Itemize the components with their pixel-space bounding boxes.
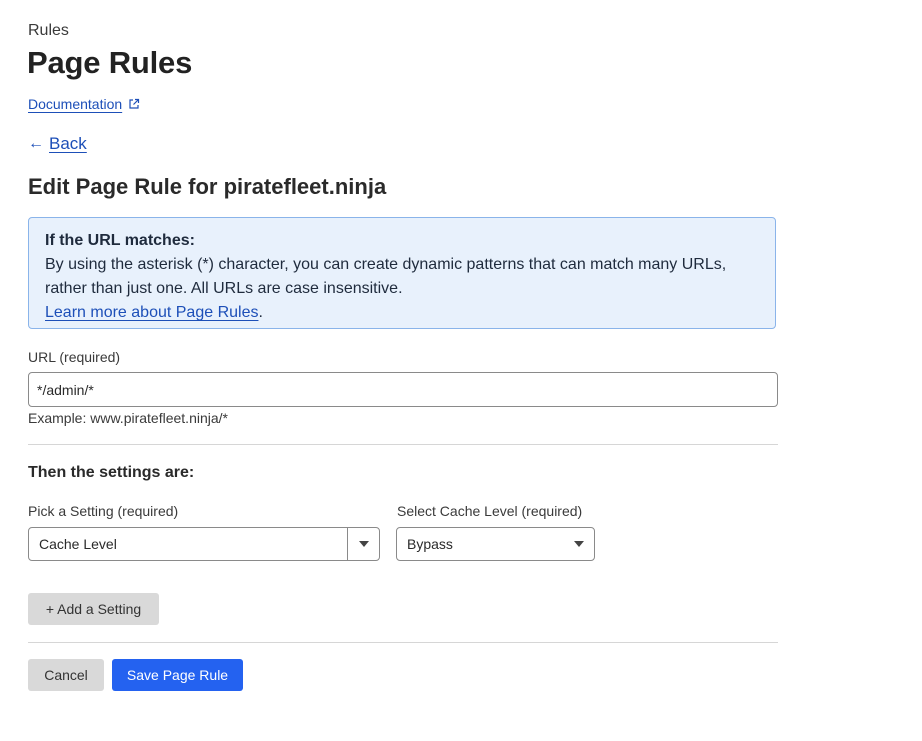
arrow-left-icon: ← [28, 135, 44, 152]
page-title: Page Rules [27, 45, 193, 80]
documentation-link-label: Documentation [28, 96, 123, 112]
external-link-icon [129, 98, 140, 109]
setting-select-label: Pick a Setting (required) [28, 503, 179, 519]
section-title: Edit Page Rule for piratefleet.ninja [28, 174, 387, 199]
url-help-text: Example: www.piratefleet.ninja/* [28, 410, 228, 426]
divider [28, 642, 778, 643]
setting-select[interactable]: Cache Level [28, 527, 380, 561]
chevron-down-icon [574, 541, 584, 547]
settings-title: Then the settings are: [28, 464, 195, 481]
cache-level-select-value: Bypass [407, 536, 453, 552]
info-box-link-suffix: . [258, 304, 263, 321]
learn-more-link[interactable]: Learn more about Page Rules [45, 304, 258, 321]
divider [28, 444, 778, 445]
breadcrumb-rules: Rules [28, 22, 69, 39]
url-input[interactable] [28, 372, 778, 407]
setting-select-value: Cache Level [39, 536, 117, 552]
add-setting-button[interactable]: + Add a Setting [28, 593, 159, 625]
info-box-link-row: Learn more about Page Rules. [45, 301, 759, 325]
url-field-label: URL (required) [28, 349, 121, 365]
info-box-title: If the URL matches: [45, 232, 195, 249]
setting-select-toggle[interactable] [347, 528, 379, 560]
back-link-label: Back [49, 134, 87, 153]
info-box: If the URL matches: By using the asteris… [28, 217, 776, 329]
cache-level-select[interactable]: Bypass [396, 527, 595, 561]
back-link[interactable]: ← Back [28, 134, 87, 154]
info-box-body: By using the asterisk (*) character, you… [45, 256, 727, 297]
chevron-down-icon [358, 541, 369, 547]
documentation-link[interactable]: Documentation [28, 96, 140, 112]
cancel-button[interactable]: Cancel [28, 659, 104, 691]
cache-level-select-label: Select Cache Level (required) [397, 503, 583, 519]
save-page-rule-button[interactable]: Save Page Rule [112, 659, 243, 691]
